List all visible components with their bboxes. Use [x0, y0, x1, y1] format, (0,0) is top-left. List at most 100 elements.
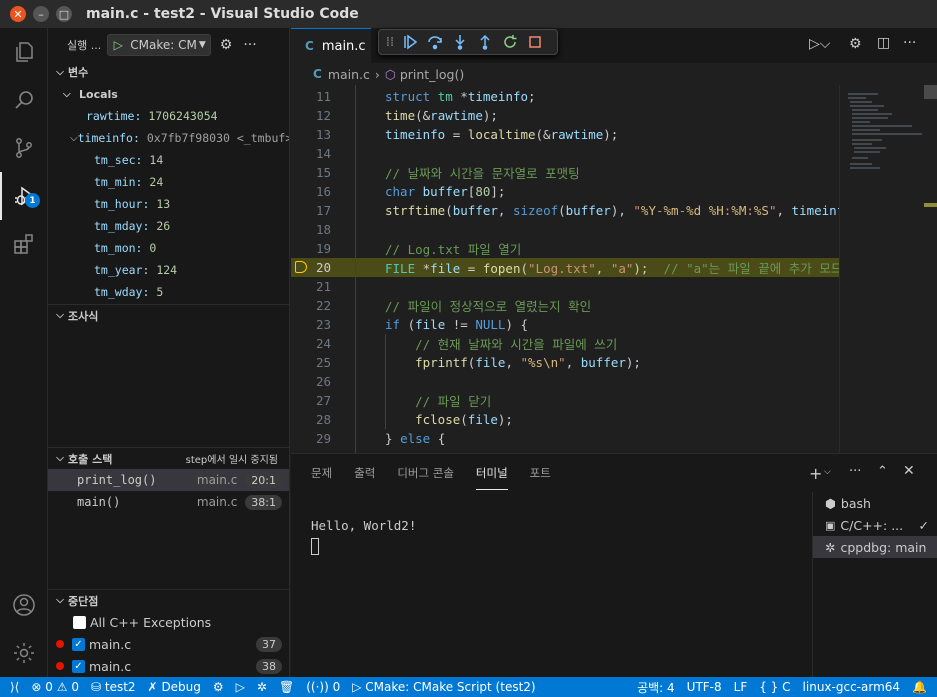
variable-field[interactable]: tm_sec: 14 [48, 149, 289, 171]
breakpoints-section-header[interactable]: ⌵ 중단점 [48, 589, 289, 611]
extensions-icon[interactable] [0, 220, 48, 268]
locals-scope[interactable]: ⌵ Locals [48, 83, 289, 105]
code-line[interactable]: 12 time(&rawtime); [291, 106, 839, 125]
explorer-icon[interactable] [0, 28, 48, 76]
breadcrumb-file[interactable]: main.c [328, 67, 370, 82]
variable-field[interactable]: tm_mday: 26 [48, 215, 289, 237]
editor-scrollbar[interactable] [924, 85, 937, 99]
variable-field[interactable]: tm_year: 124 [48, 259, 289, 281]
tab-output[interactable]: 출력 [354, 457, 375, 489]
terminal[interactable]: Hello, World2! [291, 492, 811, 678]
code-line[interactable]: 21 [291, 277, 839, 296]
breakpoint-checkbox[interactable]: ✓ [72, 659, 85, 673]
code-line[interactable]: 11 struct tm *timeinfo; [291, 87, 839, 106]
close-panel-icon[interactable]: ✕ [903, 463, 915, 479]
debug-config-select[interactable]: ▷ CMake: CM ▼ [107, 33, 211, 56]
more-actions-icon[interactable]: ··· [903, 35, 916, 51]
minimize-window-button[interactable]: – [33, 6, 49, 22]
build-type-status[interactable]: ✗ Debug [142, 677, 207, 697]
current-code-line[interactable]: 20 FILE *file = fopen("Log.txt", "a"); //… [291, 258, 839, 277]
tab-main-c[interactable]: C main.c [291, 28, 371, 63]
run-debug-dropdown-icon[interactable]: ▷⌵ [809, 36, 830, 52]
terminal-item-bash[interactable]: ⬢ bash [813, 492, 937, 514]
variable-timeinfo[interactable]: ⌵ timeinfo: 0x7fb7f98030 <_tmbuf> [48, 127, 289, 149]
code-line[interactable]: 29} else { [291, 429, 839, 448]
run-target-icon[interactable]: ▷ [230, 677, 251, 697]
account-icon[interactable] [0, 581, 48, 629]
chevron-down-icon[interactable]: ⌵ [824, 467, 831, 477]
minimap[interactable] [839, 85, 937, 453]
debug-target-icon[interactable]: ✲ [251, 677, 273, 697]
code-line[interactable]: 17 strftime(buffer, sizeof(buffer), "%Y-%… [291, 201, 839, 220]
code-line[interactable]: 28 fclose(file); [291, 410, 839, 429]
problems-status[interactable]: ⊗ 0 ⚠ 0 [25, 677, 85, 697]
maximize-window-button[interactable]: □ [56, 6, 72, 22]
source-control-icon[interactable] [0, 124, 48, 172]
code-line[interactable]: 19 // Log.txt 파일 열기 [291, 239, 839, 258]
callstack-frame[interactable]: print_log() main.c 20:1 [48, 469, 289, 491]
start-debug-icon[interactable]: ▷ [108, 38, 128, 52]
restart-icon[interactable] [497, 31, 522, 53]
breakpoint-item[interactable]: ✓ main.c 38 [48, 655, 289, 677]
code-line[interactable]: 22 // 파일이 정상적으로 열렸는지 확인 [291, 296, 839, 315]
code-line[interactable]: 25 fprintf(file, "%s\n", buffer); [291, 353, 839, 372]
language-status[interactable]: { } C [753, 677, 796, 697]
tab-terminal[interactable]: 터미널 [475, 457, 508, 490]
code-line[interactable]: 14 [291, 144, 839, 163]
split-editor-icon[interactable]: ◫ [877, 35, 890, 51]
terminal-item-task[interactable]: ▣ C/C++: ... ✓ [813, 514, 937, 536]
debug-settings-gear-icon[interactable]: ⚙ [220, 37, 233, 53]
indentation-status[interactable]: 공백: 4 [631, 677, 681, 697]
code-editor[interactable]: 11 struct tm *timeinfo; 12 time(&rawtime); 1… [291, 85, 839, 453]
exception-checkbox[interactable] [73, 615, 86, 629]
manage-gear-icon[interactable] [0, 629, 48, 677]
step-out-icon[interactable] [472, 31, 497, 53]
code-line[interactable]: 24 // 현재 날짜와 시간을 파일에 쓰기 [291, 334, 839, 353]
cmake-status[interactable]: ▷ CMake: CMake Script (test2) [346, 677, 541, 697]
breakpoint-checkbox[interactable]: ✓ [72, 637, 85, 651]
exception-breakpoint[interactable]: All C++ Exceptions [48, 611, 289, 633]
more-actions-icon[interactable]: ··· [849, 464, 861, 479]
maximize-panel-icon[interactable]: ⌃ [877, 464, 888, 479]
code-line[interactable]: 27 // 파일 닫기 [291, 391, 839, 410]
notifications-icon[interactable]: 🔔 [906, 677, 937, 697]
breadcrumb-symbol[interactable]: print_log() [400, 67, 464, 82]
code-line[interactable]: 13 timeinfo = localtime(&rawtime); [291, 125, 839, 144]
delete-cache-icon[interactable]: 🗑 [273, 677, 300, 697]
callstack-section-header[interactable]: ⌵ 호출 스택 step에서 일시 중지됨 [48, 447, 289, 469]
new-terminal-icon[interactable]: + [809, 464, 822, 483]
variables-section-header[interactable]: ⌵ 변수 [48, 61, 289, 83]
platform-status[interactable]: linux-gcc-arm64 [797, 677, 907, 697]
build-settings-gear-icon[interactable]: ⚙ [207, 677, 230, 697]
drag-handle-icon[interactable]: ⁞⁞ [383, 31, 397, 53]
terminal-item-cppdbg[interactable]: ✲ cppdbg: main [813, 536, 937, 558]
step-over-icon[interactable] [422, 31, 447, 53]
step-into-icon[interactable] [447, 31, 472, 53]
stop-icon[interactable] [522, 31, 547, 53]
callstack-frame[interactable]: main() main.c 38:1 [48, 491, 289, 513]
more-actions-icon[interactable]: ··· [243, 37, 256, 53]
search-icon[interactable] [0, 76, 48, 124]
code-line[interactable]: 15 // 날짜와 시간을 문자열로 포맷팅 [291, 163, 839, 182]
watch-section-header[interactable]: ⌵ 조사식 [48, 304, 289, 326]
variable-rawtime[interactable]: rawtime: 1706243054 [48, 105, 289, 127]
code-line[interactable]: 23 if (file != NULL) { [291, 315, 839, 334]
code-line[interactable]: 26 [291, 372, 839, 391]
ports-status[interactable]: ((·)) 0 [300, 677, 346, 697]
continue-icon[interactable] [397, 31, 422, 53]
encoding-status[interactable]: UTF-8 [681, 677, 728, 697]
code-line[interactable]: 18 [291, 220, 839, 239]
variable-field[interactable]: tm_mon: 0 [48, 237, 289, 259]
tab-ports[interactable]: 포트 [530, 457, 551, 489]
eol-status[interactable]: LF [728, 677, 754, 697]
variable-field[interactable]: tm_min: 24 [48, 171, 289, 193]
remote-icon[interactable]: ⟩⟨ [0, 677, 25, 697]
run-and-debug-icon[interactable]: 1 [0, 172, 48, 220]
code-line[interactable]: 16 char buffer[80]; [291, 182, 839, 201]
editor-settings-gear-icon[interactable]: ⚙ [849, 36, 862, 52]
tab-problems[interactable]: 문제 [311, 457, 332, 489]
breakpoint-item[interactable]: ✓ main.c 37 [48, 633, 289, 655]
close-window-button[interactable]: ✕ [10, 6, 26, 22]
folder-status[interactable]: ⛁ test2 [85, 677, 142, 697]
tab-debug-console[interactable]: 디버그 콘솔 [397, 457, 454, 489]
